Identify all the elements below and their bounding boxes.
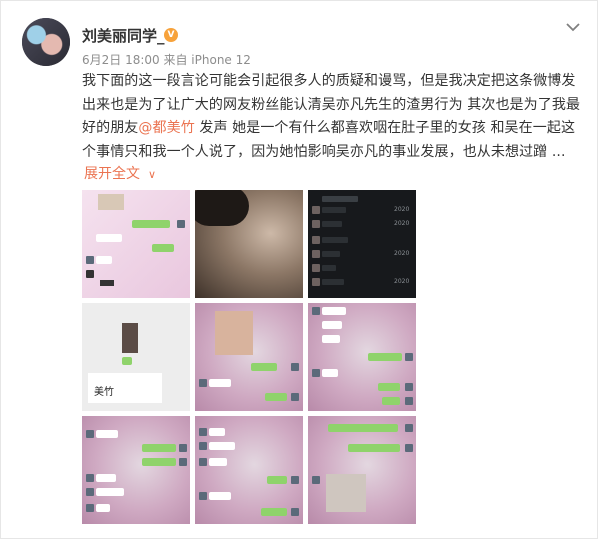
weibo-post-card: 刘美丽同学_ V 6月2日 18:00 来自 iPhone 12 我下面的这一段…	[0, 0, 598, 539]
verified-badge-icon: V	[164, 28, 178, 42]
image-caption: 美竹	[94, 387, 114, 398]
post-image-5[interactable]	[195, 303, 303, 411]
post-image-3[interactable]: 2020 2020 2020 2020	[308, 190, 416, 298]
chevron-down-icon: ∨	[148, 168, 157, 181]
expand-full-text-button[interactable]: 展开全文 ∨	[84, 163, 156, 183]
post-text: 我下面的这一段言论可能会引起很多人的质疑和谩骂，但是我决定把这条微博发出来也是为…	[82, 70, 582, 164]
post-image-7[interactable]	[82, 416, 190, 524]
post-image-1[interactable]	[82, 190, 190, 298]
post-timestamp[interactable]: 6月2日 18:00 来自 iPhone 12	[82, 51, 251, 68]
mention-link[interactable]: @都美竹	[138, 120, 194, 136]
avatar[interactable]	[22, 18, 70, 66]
post-image-4[interactable]: 美竹	[82, 303, 190, 411]
post-image-9[interactable]	[308, 416, 416, 524]
chevron-down-icon[interactable]	[565, 21, 581, 33]
post-image-2[interactable]	[195, 190, 303, 298]
post-image-6[interactable]	[308, 303, 416, 411]
expand-label: 展开全文	[84, 166, 140, 182]
username[interactable]: 刘美丽同学_	[82, 25, 165, 46]
post-image-8[interactable]	[195, 416, 303, 524]
